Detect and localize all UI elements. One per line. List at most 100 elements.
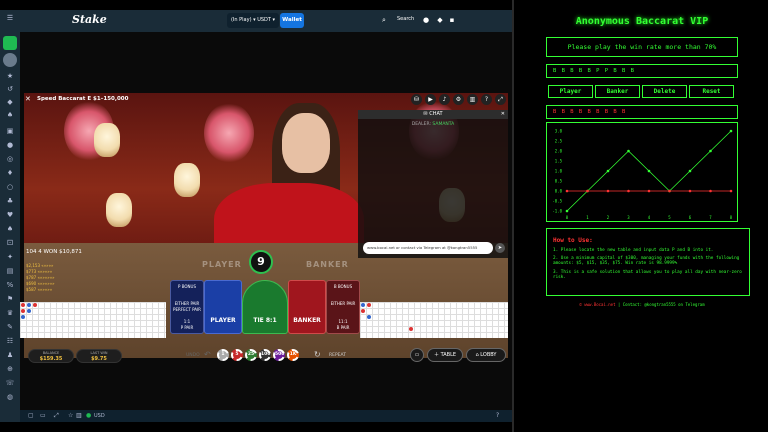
casino-icon[interactable] — [3, 36, 17, 50]
x-tick-label: 2 — [607, 215, 610, 220]
affiliate-icon[interactable]: ⚑ — [5, 295, 15, 303]
left-sidebar: ☰ ★ ↺ ◆ ♠ ▣ ● ◎ ♦ ○ ♣ ♥ ♠ ⚀ ✦ ▤ % ⚑ ♛ ✎ … — [0, 10, 20, 422]
chip-500[interactable]: 500 — [273, 349, 285, 361]
live-casino-icon[interactable]: ● — [5, 141, 15, 149]
history-icon[interactable]: ↺ — [5, 85, 15, 93]
stake-browser: ☰ ★ ↺ ◆ ♠ ▣ ● ◎ ♦ ○ ♣ ♥ ♠ ⚀ ✦ ▤ % ⚑ ♛ ✎ … — [0, 10, 512, 422]
banker-bet-spot[interactable]: BANKER — [288, 280, 326, 334]
exclusives-icon[interactable]: ♦ — [5, 169, 15, 177]
chip-25[interactable]: 25 — [245, 349, 257, 361]
stake-logo[interactable]: Stake — [72, 13, 107, 26]
chip-1k[interactable]: 1K — [287, 349, 299, 361]
new-releases-icon[interactable]: ◆ — [5, 98, 15, 106]
wallet-button[interactable]: Wallet — [280, 13, 304, 28]
player-bet-spot[interactable]: PLAYER — [204, 280, 242, 334]
chip-1[interactable]: 1 — [217, 349, 229, 361]
trend-point — [565, 209, 569, 213]
currency-label[interactable]: USD — [94, 413, 105, 419]
game-shows-icon[interactable]: ◎ — [5, 155, 15, 163]
fullscreen-icon[interactable]: ⤢ — [495, 94, 506, 105]
player-side-bets[interactable]: P BONUS EITHER PAIR PERFECT PAIR 1:1 P P… — [170, 280, 204, 334]
undo-icon[interactable]: ↶ — [204, 350, 211, 359]
road-dot — [21, 309, 25, 313]
chat-toggle-icon[interactable]: ▪ — [448, 16, 456, 24]
sponsorships-icon[interactable]: ♟ — [5, 351, 15, 359]
sports-icon[interactable] — [3, 53, 17, 67]
settings-icon[interactable]: ⚙ — [453, 94, 464, 105]
banker-side-bets[interactable]: B BONUS EITHER PAIR 11:1 B PAIR — [326, 280, 360, 334]
baseline-point — [565, 189, 569, 193]
bead-road[interactable] — [20, 302, 166, 338]
howto-step-3: 3. This is a safe solution that allows y… — [553, 269, 742, 280]
favourite-icon[interactable]: ☆ — [68, 412, 73, 419]
chat-bubble-icon[interactable]: ▭ — [410, 348, 424, 362]
originals-icon[interactable]: ♠ — [5, 111, 15, 119]
help-icon[interactable]: ? — [496, 412, 499, 419]
game-title: Speed Baccarat E $1–150,000 — [37, 96, 129, 102]
close-icon[interactable]: ✕ — [25, 95, 31, 103]
win-summary: 104 4 WON $10,871 — [26, 249, 82, 255]
table-button[interactable]: ＋ TABLE — [427, 348, 463, 362]
responsible-gambling-icon[interactable]: ⊕ — [5, 365, 15, 373]
video-icon[interactable]: ▶ — [425, 94, 436, 105]
dice-icon[interactable]: ⚀ — [5, 239, 15, 247]
banker-button[interactable]: Banker — [595, 85, 640, 98]
road-dot — [21, 303, 25, 307]
slots-icon[interactable]: ▣ — [5, 127, 15, 135]
x-tick-label: 8 — [730, 215, 733, 220]
lobby-button[interactable]: ⌂ LOBBY — [466, 348, 506, 362]
forum-icon[interactable]: ☷ — [5, 337, 15, 345]
search-label[interactable]: Search — [397, 16, 414, 22]
player-button[interactable]: Player — [548, 85, 593, 98]
chip-5[interactable]: 5 — [231, 349, 243, 361]
delete-button[interactable]: Delete — [642, 85, 687, 98]
currency-selector[interactable]: (In Play) ▾ USDT ▾ — [227, 13, 279, 28]
search-icon[interactable]: ⌕ — [380, 16, 388, 24]
send-icon[interactable]: ➤ — [495, 243, 505, 253]
theatre-icon[interactable]: ▭ — [40, 412, 46, 419]
repeat-label[interactable]: REPEAT — [329, 353, 346, 358]
baccarat-icon[interactable]: ♥ — [5, 211, 15, 219]
site-link[interactable]: © www.Bocai.net — [579, 302, 615, 307]
big-road[interactable] — [360, 302, 508, 338]
last-win-value: $9.75 — [91, 356, 107, 362]
volume-icon[interactable]: ♪ — [439, 94, 450, 105]
user-icon[interactable]: ● — [422, 16, 430, 24]
road-dot — [367, 303, 371, 307]
vip-icon[interactable]: ♛ — [5, 309, 15, 317]
chip-100[interactable]: 100 — [259, 349, 271, 361]
enhanced-icon[interactable]: ✦ — [5, 253, 15, 261]
repeat-icon[interactable]: ↻ — [314, 350, 321, 359]
road-dot — [21, 315, 25, 319]
live-support-icon[interactable]: ☏ — [5, 379, 15, 387]
stats-icon[interactable]: ▥ — [76, 412, 82, 419]
notifications-icon[interactable]: ◆ — [436, 16, 444, 24]
help-icon[interactable]: ? — [481, 94, 492, 105]
roulette-icon[interactable]: ○ — [5, 183, 15, 191]
chat-close-icon[interactable]: ✕ — [501, 110, 505, 119]
lantern-decor — [94, 123, 120, 157]
trend-point — [729, 129, 733, 133]
chat-input[interactable]: www.bocai.net or contact via Telegram at… — [363, 242, 493, 254]
x-tick-label: 0 — [566, 215, 569, 220]
publishers-icon[interactable]: ▤ — [5, 267, 15, 275]
history-input[interactable]: B B B B B P P B B B — [546, 64, 738, 78]
undo-label[interactable]: UNDO — [186, 353, 200, 358]
blog-icon[interactable]: ✎ — [5, 323, 15, 331]
menu-icon[interactable]: ☰ — [5, 14, 15, 22]
poker-icon[interactable]: ♠ — [5, 225, 15, 233]
dealer-info: DEALER: SAMANTA — [411, 122, 455, 127]
fullscreen-icon[interactable]: ⤢ — [54, 412, 59, 420]
stats-icon[interactable]: ▥ — [467, 94, 478, 105]
tie-bet-spot[interactable]: TIE 8:1 — [242, 280, 288, 334]
y-tick-label: -0.5 — [552, 199, 562, 204]
promotions-icon[interactable]: % — [5, 281, 15, 289]
reset-button[interactable]: Reset — [689, 85, 734, 98]
chip-stack-icon[interactable]: ⛁ — [411, 94, 422, 105]
star-icon[interactable]: ★ — [5, 72, 15, 80]
blackjack-icon[interactable]: ♣ — [5, 197, 15, 205]
currency-icon[interactable]: ● — [86, 412, 91, 419]
language-icon[interactable]: ◍ — [5, 393, 15, 401]
layout-icon[interactable]: ▢ — [28, 412, 34, 419]
contact-line: © www.Bocai.net | Contact: @kongtran5555… — [579, 302, 705, 307]
